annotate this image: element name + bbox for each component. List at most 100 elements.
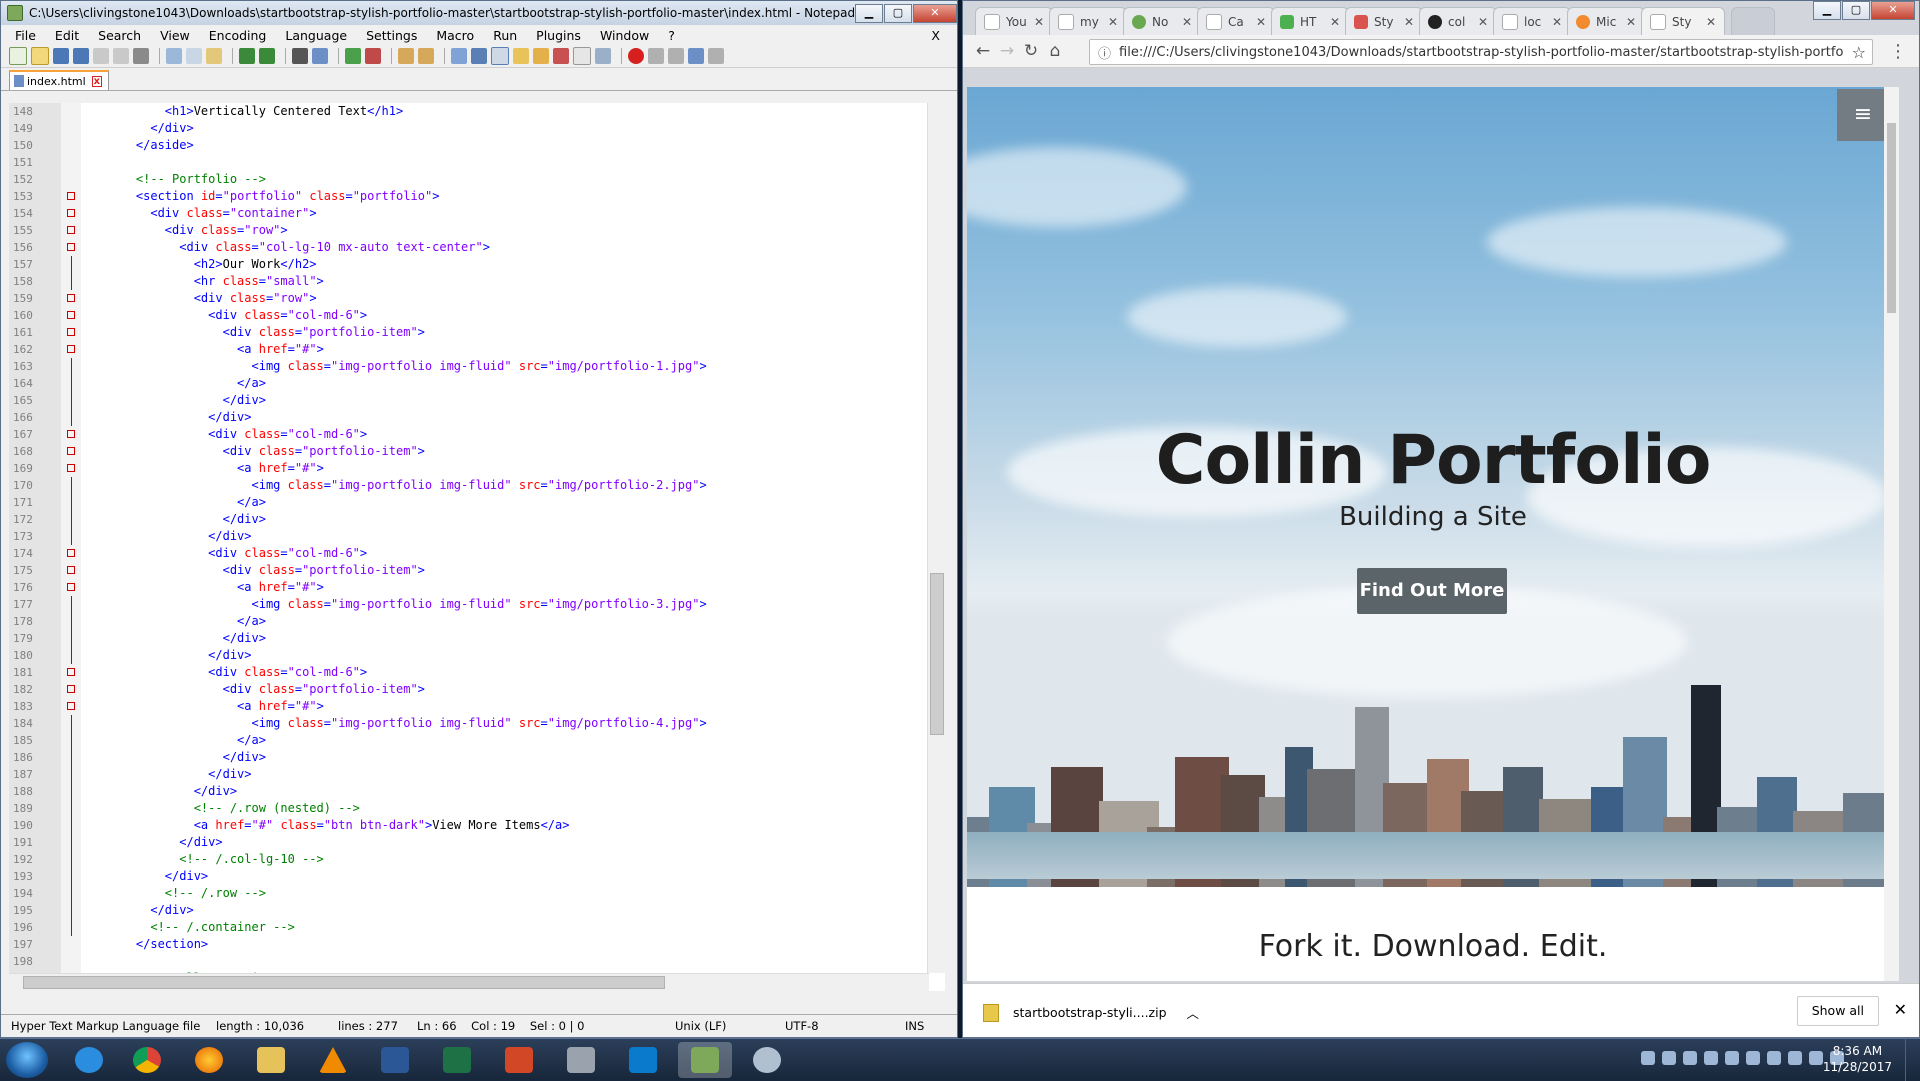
- sync-horizontal-icon[interactable]: [418, 48, 434, 64]
- code-line[interactable]: 152 <!-- Portfolio -->: [9, 171, 909, 188]
- menu-view[interactable]: View: [150, 28, 199, 43]
- fold-toggle-icon[interactable]: [67, 702, 75, 710]
- minimize-button[interactable]: ▁: [1813, 1, 1841, 20]
- code-line[interactable]: 178 </a>: [9, 613, 909, 630]
- stop-macro-icon[interactable]: [648, 48, 664, 64]
- menu-language[interactable]: Language: [275, 28, 356, 43]
- code-line[interactable]: 189 <!-- /.row (nested) -->: [9, 800, 909, 817]
- code-line[interactable]: 166 </div>: [9, 409, 909, 426]
- close-tab-icon[interactable]: ✕: [1330, 15, 1340, 29]
- replace-icon[interactable]: [312, 48, 328, 64]
- browser-tab[interactable]: Sty ✕: [1345, 7, 1423, 35]
- code-line[interactable]: 158 <hr class="small">: [9, 273, 909, 290]
- menu-edit[interactable]: Edit: [45, 28, 88, 43]
- close-tab-icon[interactable]: ✕: [1404, 15, 1414, 29]
- indent-guide-icon[interactable]: [491, 47, 509, 65]
- code-line[interactable]: 198: [9, 953, 909, 970]
- fold-toggle-icon[interactable]: [67, 294, 75, 302]
- sync-vertical-icon[interactable]: [398, 48, 414, 64]
- editor-vertical-scrollbar[interactable]: [927, 103, 945, 973]
- tray-icon[interactable]: [1767, 1051, 1781, 1065]
- code-line[interactable]: 170 <img class="img-portfolio img-fluid"…: [9, 477, 909, 494]
- page-scrollbar[interactable]: [1884, 87, 1899, 981]
- browser-tab[interactable]: You ✕: [975, 7, 1053, 35]
- code-line[interactable]: 196 <!-- /.container -->: [9, 919, 909, 936]
- redo-icon[interactable]: [259, 48, 275, 64]
- close-tab-icon[interactable]: ✕: [1626, 15, 1636, 29]
- download-item[interactable]: startbootstrap-styli....zip ︿: [983, 1003, 1199, 1022]
- code-line[interactable]: 192 <!-- /.col-lg-10 -->: [9, 851, 909, 868]
- save-icon[interactable]: [53, 48, 69, 64]
- code-line[interactable]: 167 <div class="col-md-6">: [9, 426, 909, 443]
- menu-macro[interactable]: Macro: [426, 28, 483, 43]
- code-line[interactable]: 150 </aside>: [9, 137, 909, 154]
- fold-toggle-icon[interactable]: [67, 668, 75, 676]
- menu-run[interactable]: Run: [483, 28, 526, 43]
- code-line[interactable]: 154 <div class="container">: [9, 205, 909, 222]
- fold-toggle-icon[interactable]: [67, 311, 75, 319]
- function-list-icon[interactable]: [553, 48, 569, 64]
- menu-window[interactable]: Window: [590, 28, 658, 43]
- close-window-button[interactable]: ✕: [913, 3, 957, 23]
- find-out-more-button[interactable]: Find Out More: [1357, 568, 1507, 614]
- browser-tab[interactable]: HT ✕: [1271, 7, 1349, 35]
- excel-icon[interactable]: [430, 1042, 484, 1078]
- code-line[interactable]: 185 </a>: [9, 732, 909, 749]
- forward-arrow-icon[interactable]: →: [995, 39, 1019, 63]
- new-file-icon[interactable]: [9, 47, 27, 65]
- fold-toggle-icon[interactable]: [67, 430, 75, 438]
- fold-toggle-icon[interactable]: [67, 192, 75, 200]
- minimize-button[interactable]: ▁: [855, 3, 883, 23]
- code-line[interactable]: 159 <div class="row">: [9, 290, 909, 307]
- control-panel-icon[interactable]: [740, 1042, 794, 1078]
- close-tab-icon[interactable]: ✕: [1182, 15, 1192, 29]
- chevron-up-icon[interactable]: ︿: [1187, 1003, 1200, 1022]
- tray-icon[interactable]: [1746, 1051, 1760, 1065]
- info-icon[interactable]: ⓘ: [1098, 43, 1111, 62]
- tray-icon[interactable]: [1725, 1051, 1739, 1065]
- menu-plugins[interactable]: Plugins: [526, 28, 590, 43]
- code-line[interactable]: 169 <a href="#">: [9, 460, 909, 477]
- folder-workspace-icon[interactable]: [573, 47, 591, 65]
- code-line[interactable]: 155 <div class="row">: [9, 222, 909, 239]
- browser-tab-active[interactable]: Sty ✕: [1641, 7, 1725, 35]
- print-icon[interactable]: [133, 48, 149, 64]
- start-button[interactable]: [6, 1042, 48, 1078]
- close-tab-icon[interactable]: ✕: [1256, 15, 1266, 29]
- code-line[interactable]: 161 <div class="portfolio-item">: [9, 324, 909, 341]
- close-file-icon[interactable]: [93, 48, 109, 64]
- menu-help[interactable]: ?: [658, 28, 684, 43]
- code-line[interactable]: 164 </a>: [9, 375, 909, 392]
- notepad-plus-plus-taskbar-icon[interactable]: [678, 1042, 732, 1078]
- browser-tab[interactable]: loc ✕: [1493, 7, 1571, 35]
- browser-tab[interactable]: col ✕: [1419, 7, 1497, 35]
- code-line[interactable]: 187 </div>: [9, 766, 909, 783]
- close-tab-icon[interactable]: ✕: [1034, 15, 1044, 29]
- save-all-icon[interactable]: [73, 48, 89, 64]
- doc-map-icon[interactable]: [533, 48, 549, 64]
- code-line[interactable]: 172 </div>: [9, 511, 909, 528]
- network-icon[interactable]: [1809, 1051, 1823, 1065]
- fold-toggle-icon[interactable]: [67, 328, 75, 336]
- chrome-menu-icon[interactable]: ⋮: [1889, 41, 1907, 62]
- editor-horizontal-scrollbar[interactable]: [9, 973, 929, 991]
- flag-icon[interactable]: [1788, 1051, 1802, 1065]
- undo-icon[interactable]: [239, 48, 255, 64]
- code-line[interactable]: 190 <a href="#" class="btn btn-dark">Vie…: [9, 817, 909, 834]
- system-clock[interactable]: 8:36 AM 11/28/2017: [1823, 1043, 1892, 1075]
- code-line[interactable]: 157 <h2>Our Work</h2>: [9, 256, 909, 273]
- menu-encoding[interactable]: Encoding: [199, 28, 276, 43]
- close-tab-icon[interactable]: ✕: [1706, 15, 1716, 29]
- code-line[interactable]: 149 </div>: [9, 120, 909, 137]
- tray-icon[interactable]: [1683, 1051, 1697, 1065]
- close-tab-icon[interactable]: x: [91, 75, 103, 87]
- powerpoint-icon[interactable]: [492, 1042, 546, 1078]
- tab-index-html[interactable]: index.html x: [9, 70, 110, 90]
- close-window-button[interactable]: ✕: [1871, 1, 1915, 20]
- zoom-in-icon[interactable]: [345, 48, 361, 64]
- fold-toggle-icon[interactable]: [67, 464, 75, 472]
- code-line[interactable]: 193 </div>: [9, 868, 909, 885]
- find-icon[interactable]: [292, 48, 308, 64]
- browser-tab[interactable]: my ✕: [1049, 7, 1127, 35]
- save-macro-icon[interactable]: [708, 48, 724, 64]
